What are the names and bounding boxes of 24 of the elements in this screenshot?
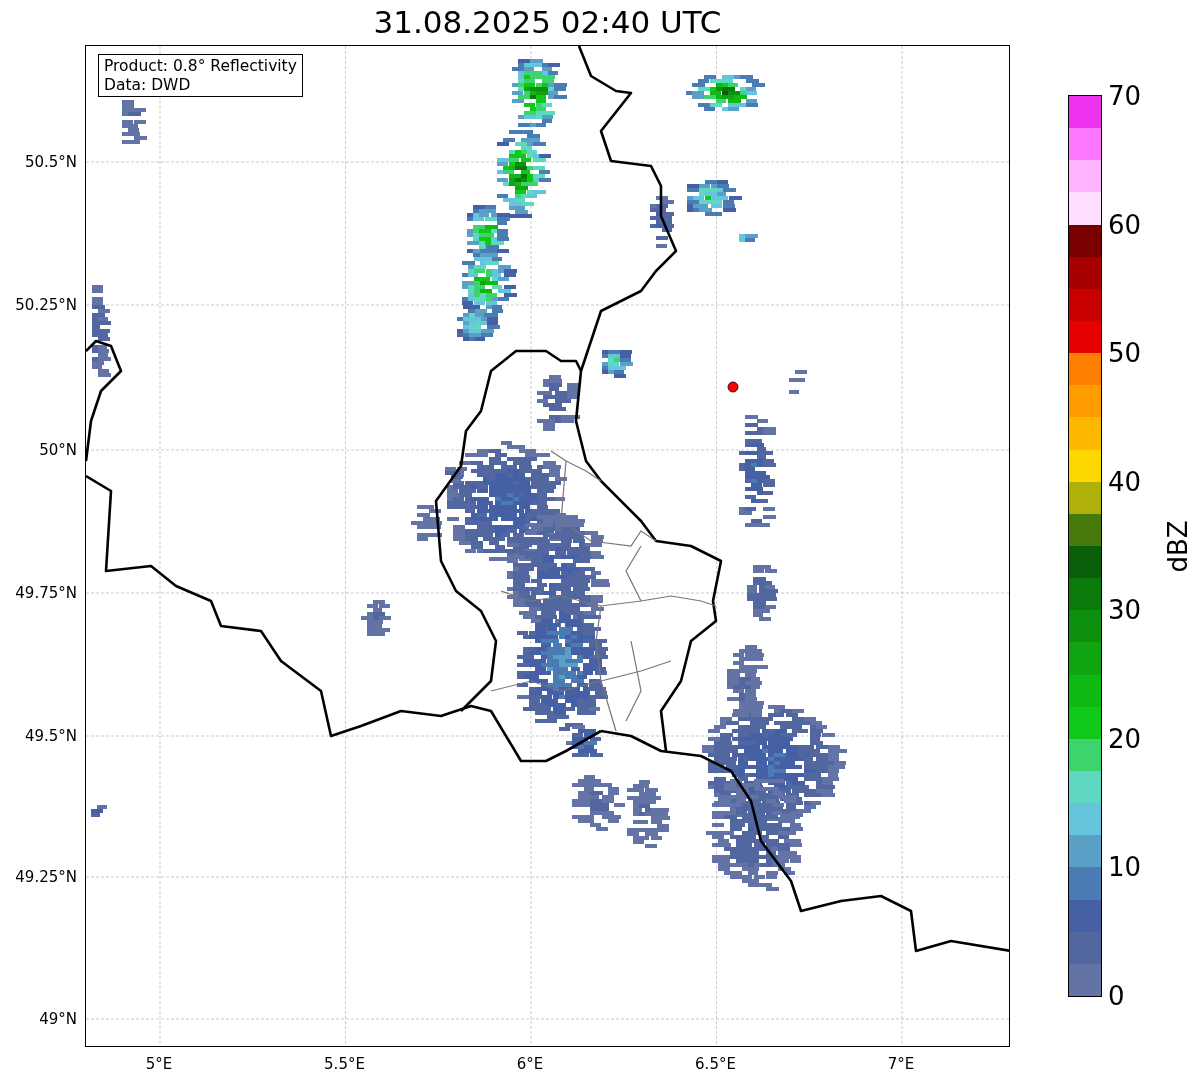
latitude-label: 49.5°N xyxy=(24,725,77,747)
longitude-label: 7°E xyxy=(887,1054,915,1075)
colorbar-tick-label: 30 xyxy=(1108,597,1142,624)
longitude-label: 5°E xyxy=(145,1054,173,1075)
colorbar-tick-label: 50 xyxy=(1108,340,1142,367)
longitude-label: 5.5°E xyxy=(324,1054,365,1075)
location-marker xyxy=(727,381,739,393)
latitude-label: 50.5°N xyxy=(24,151,77,173)
colorbar-tick-label: 0 xyxy=(1108,983,1125,1009)
longitude-label: 6.5°E xyxy=(695,1054,736,1075)
colorbar-tick-label: 10 xyxy=(1108,854,1142,881)
latitude-label: 50°N xyxy=(39,439,77,461)
longitude-label: 6°E xyxy=(516,1054,544,1075)
latitude-label: 49.25°N xyxy=(15,866,77,888)
colorbar-tick-label: 20 xyxy=(1108,725,1142,752)
chart-title: 31.08.2025 02:40 UTC xyxy=(372,3,723,42)
colorbar-label: dBZ xyxy=(1161,519,1194,573)
latitude-label: 49°N xyxy=(39,1008,77,1030)
colorbar-tick-label: 60 xyxy=(1108,211,1142,238)
latitude-label: 50.25°N xyxy=(15,294,77,316)
colorbar-tick-label: 40 xyxy=(1108,468,1142,495)
info-box: Product: 0.8° Reflectivity Data: DWD xyxy=(98,54,303,98)
colorbar-tick-label: 70 xyxy=(1108,83,1142,109)
latitude-label: 49.75°N xyxy=(15,582,77,604)
